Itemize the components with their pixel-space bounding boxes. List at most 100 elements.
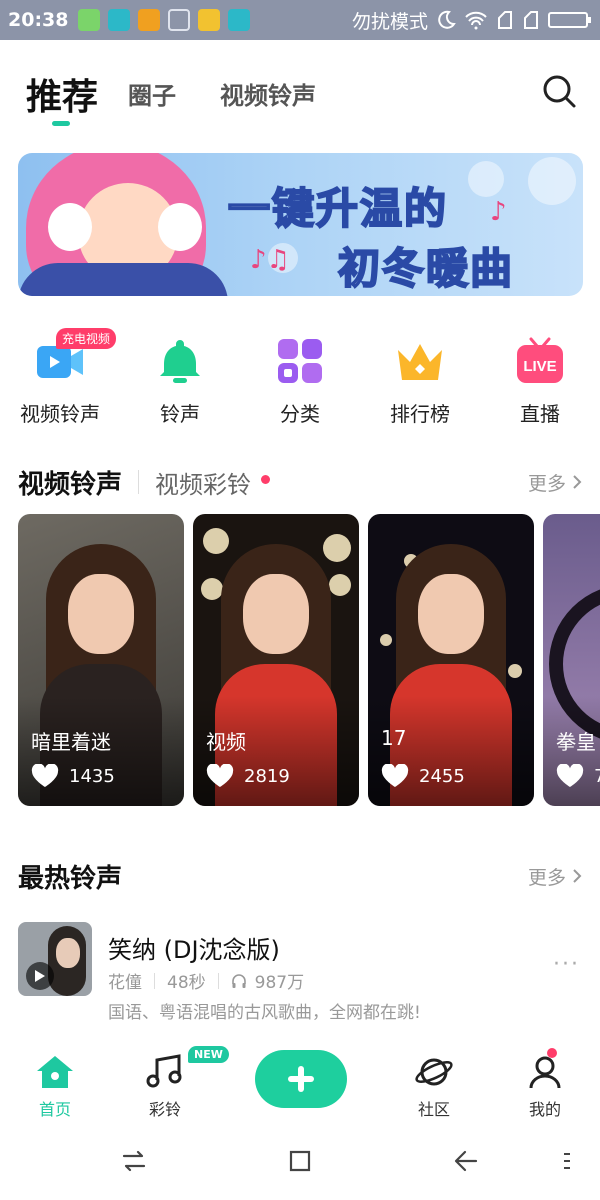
cover-thumbnail (56, 938, 80, 968)
back-arrow-icon[interactable] (452, 1147, 480, 1175)
video-title: 17 (381, 726, 407, 750)
video-card[interactable]: 17 2455 (368, 514, 534, 806)
video-card[interactable]: 视频 2819 (193, 514, 359, 806)
battery-icon (548, 12, 591, 28)
chevron-right-icon (573, 869, 582, 883)
headphones-icon (231, 973, 246, 988)
category-classify[interactable]: 分类 (240, 328, 360, 428)
heart-icon (31, 764, 59, 787)
banner-text: 的 (403, 183, 449, 234)
tab-recommend[interactable]: 推荐 (26, 68, 98, 120)
category-live[interactable]: LIVE 直播 (480, 328, 600, 428)
crown-icon (395, 336, 445, 386)
moon-icon (438, 10, 456, 29)
section-title: 最热铃声 (18, 863, 123, 894)
switch-app-icon[interactable] (120, 1147, 148, 1175)
like-count-text: 1435 (69, 765, 115, 787)
dnd-mode-text: 勿扰模式 (351, 10, 428, 33)
video-card[interactable]: 拳皇 7 (543, 514, 600, 806)
meta-divider (217, 972, 219, 989)
nav-label: 首页 (38, 1100, 71, 1119)
promo-banner[interactable]: 一键升温的 ♪ 初冬暖曲 ♪♫ (18, 153, 583, 296)
new-badge: NEW (188, 1046, 229, 1063)
user-icon (529, 1056, 561, 1089)
banner-illustration-earmuff (158, 203, 202, 251)
grid-icon (275, 336, 325, 386)
tab-video-ringtone[interactable]: 视频铃声 (220, 76, 316, 111)
category-label: 直播 (520, 402, 560, 426)
like-count: 2819 (206, 764, 290, 788)
section-title[interactable]: 视频铃声 (18, 464, 122, 501)
like-count: 7 (556, 764, 600, 788)
nav-ringback[interactable]: 彩铃 (125, 1054, 205, 1120)
nav-community[interactable]: 社区 (394, 1054, 474, 1120)
song-cover[interactable] (18, 922, 92, 996)
nav-mine[interactable]: 我的 (505, 1054, 585, 1120)
nav-label: 社区 (417, 1100, 450, 1119)
video-card[interactable]: 暗里着迷 1435 (18, 514, 184, 806)
category-shortcuts: 充电视频 视频铃声 铃声 分类 排行榜 LIVE 直播 (0, 328, 600, 428)
notification-dot (547, 1048, 557, 1058)
like-count-text: 7 (594, 765, 600, 787)
banner-headline-2: 初冬暖曲 (337, 243, 515, 294)
nav-home[interactable]: 首页 (15, 1054, 95, 1120)
signal-icon (524, 11, 538, 29)
section-divider (138, 470, 140, 494)
bell-icon (155, 336, 205, 386)
more-options-icon[interactable]: ··· (553, 952, 580, 977)
banner-deco (468, 161, 504, 197)
heart-icon (381, 764, 409, 787)
video-card-list: 暗里着迷 1435 视频 2819 17 2455 拳皇 7 (18, 514, 600, 806)
music-note-icon: ♪ (490, 197, 507, 227)
more-link[interactable]: 更多 (528, 863, 582, 890)
status-bar: 20:38 勿扰模式 (0, 0, 600, 40)
folder-icon (198, 9, 221, 31)
system-nav-bar (0, 1125, 600, 1200)
card-thumbnail (329, 574, 351, 596)
song-duration: 48秒 (167, 973, 206, 993)
card-thumbnail (380, 634, 392, 646)
home-icon (37, 1056, 73, 1088)
category-ringtone[interactable]: 铃声 (120, 328, 240, 428)
music-note-icon: ♪♫ (250, 245, 290, 275)
menu-icon[interactable] (560, 1147, 572, 1175)
music-notes-icon (146, 1054, 182, 1088)
banner-illustration-body (18, 263, 228, 296)
video-title: 暗里着迷 (31, 730, 111, 754)
more-link[interactable]: 更多 (528, 469, 582, 496)
category-label: 铃声 (160, 402, 200, 426)
heart-icon (556, 764, 584, 787)
live-icon-text: LIVE (523, 358, 556, 375)
category-video-ringtone[interactable]: 充电视频 视频铃声 (0, 328, 120, 428)
nav-label: 我的 (528, 1100, 561, 1119)
song-description: 国语、粤语混唱的古风歌曲，全网都在跳! (108, 1003, 421, 1023)
video-title: 视频 (206, 730, 246, 754)
more-label: 更多 (527, 866, 566, 889)
create-button[interactable] (255, 1050, 347, 1108)
video-section-header: 视频铃声 视频彩铃 更多 (18, 462, 582, 502)
card-thumbnail (418, 574, 484, 654)
like-count-text: 2455 (419, 765, 465, 787)
home-square-icon[interactable] (286, 1147, 314, 1175)
category-badge: 充电视频 (56, 328, 117, 349)
planet-icon (415, 1058, 453, 1086)
card-thumbnail (203, 528, 229, 554)
card-thumbnail (323, 534, 351, 562)
signal-icon (498, 11, 512, 29)
category-label: 分类 (280, 402, 320, 426)
play-icon[interactable] (26, 962, 54, 990)
like-count: 1435 (31, 764, 115, 788)
warning-icon (138, 9, 161, 31)
wifi-icon (465, 11, 487, 30)
app-icon-teal (108, 9, 131, 31)
bottom-nav: 首页 彩铃 NEW 社区 我的 (0, 1040, 600, 1125)
banner-headline-1: 一键升温的 (227, 175, 449, 236)
song-artist: 花僮 (108, 973, 142, 993)
search-icon[interactable] (540, 72, 578, 110)
banner-illustration-earmuff (48, 203, 92, 251)
plus-icon (288, 1066, 314, 1092)
ringtone-list-item[interactable]: 笑纳 (DJ沈念版) 花僮 48秒 987万 国语、粤语混唱的古风歌曲，全网都在… (18, 922, 582, 1023)
tab-circle[interactable]: 圈子 (128, 76, 176, 111)
category-ranking[interactable]: 排行榜 (360, 328, 480, 428)
tab-video-color-ring[interactable]: 视频彩铃 (155, 465, 251, 500)
